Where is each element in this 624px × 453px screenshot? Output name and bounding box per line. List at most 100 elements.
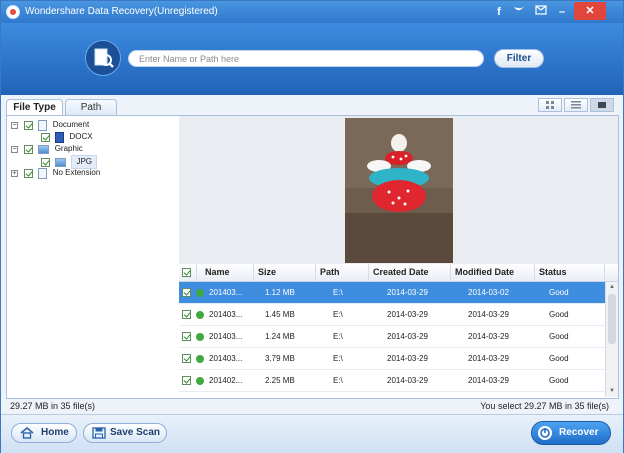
checkbox[interactable] [182, 332, 191, 342]
row-checkbox-cell[interactable] [182, 370, 191, 392]
status-dot-icon [196, 348, 204, 370]
checkbox[interactable] [182, 354, 191, 364]
column-created-date[interactable]: Created Date [369, 264, 451, 281]
tab-path[interactable]: Path [65, 99, 117, 115]
twitter-icon[interactable] [511, 4, 527, 20]
table-row[interactable]: 201403... 1.24 MB E:\ 2014-03-29 2014-03… [179, 326, 605, 348]
select-all-checkbox-cell[interactable] [179, 264, 197, 281]
checkbox[interactable] [41, 157, 50, 167]
expand-icon[interactable]: + [11, 169, 18, 177]
image-icon [38, 144, 50, 154]
scroll-up-icon[interactable]: ▲ [608, 283, 616, 291]
status-dot-icon [196, 282, 204, 304]
search-bar: Filter [1, 23, 623, 95]
cell-size: 1.45 MB [265, 310, 295, 319]
checkbox[interactable] [24, 144, 34, 154]
image-icon [55, 157, 67, 167]
row-checkbox-cell[interactable] [182, 326, 191, 348]
checkbox[interactable] [24, 168, 34, 178]
cell-modified: 2014-03-29 [468, 310, 509, 319]
checkbox[interactable] [182, 268, 191, 278]
tab-file-type[interactable]: File Type [6, 99, 63, 115]
minimize-icon[interactable]: – [554, 4, 570, 20]
tree-label: DOCX [69, 132, 93, 141]
document-icon [38, 119, 48, 131]
title-bar: Wondershare Data Recovery(Unregistered) … [1, 1, 623, 23]
cell-modified: 2014-03-29 [468, 354, 509, 363]
tree-node-docx[interactable]: DOCX [41, 131, 93, 143]
detail-view-icon[interactable] [590, 98, 614, 112]
checkbox[interactable] [182, 310, 191, 320]
scroll-down-icon[interactable]: ▼ [608, 387, 616, 395]
recover-button[interactable]: Recover [531, 421, 611, 445]
collapse-icon[interactable]: − [11, 121, 18, 129]
column-size[interactable]: Size [254, 264, 316, 281]
table-row[interactable]: 201403... 1.12 MB E:\ 2014-03-29 2014-03… [179, 282, 605, 304]
tree-label: No Extension [52, 168, 101, 177]
save-scan-label: Save Scan [110, 427, 161, 438]
filter-button[interactable]: Filter [494, 49, 544, 68]
tab-strip: File Type Path [6, 97, 619, 115]
results-table: Name Size Path Created Date Modified Dat… [179, 264, 618, 398]
cell-status: Good [549, 310, 569, 319]
thumbnail-view-icon[interactable] [538, 98, 562, 112]
word-file-icon [55, 131, 65, 143]
save-icon [92, 427, 106, 439]
search-icon [85, 40, 121, 76]
table-row[interactable]: 201403... 3.79 MB E:\ 2014-03-29 2014-03… [179, 348, 605, 370]
tree-node-no-extension[interactable]: + No Extension [11, 167, 100, 179]
column-path[interactable]: Path [316, 264, 369, 281]
checkbox[interactable] [41, 132, 50, 142]
checkbox[interactable] [24, 120, 34, 130]
tree-node-jpg[interactable]: JPG [41, 155, 98, 169]
column-status[interactable]: Status [535, 264, 605, 281]
feedback-icon[interactable] [533, 4, 549, 20]
recover-label: Recover [559, 427, 599, 438]
cell-modified: 2014-03-02 [468, 288, 509, 297]
cell-status: Good [549, 332, 569, 341]
app-window: Wondershare Data Recovery(Unregistered) … [0, 0, 624, 453]
view-mode-switcher [538, 98, 618, 113]
recover-icon [538, 426, 552, 440]
cell-path: E:\ [333, 310, 343, 319]
cell-status: Good [549, 376, 569, 385]
checkbox[interactable] [182, 376, 191, 386]
cell-name: 201403... [209, 332, 243, 341]
file-type-tree: − Document DOCX − Graphic JPG + No Exten… [7, 116, 180, 398]
cell-size: 1.24 MB [265, 332, 295, 341]
collapse-icon[interactable]: − [11, 145, 18, 153]
scroll-thumb[interactable] [608, 294, 616, 344]
tree-node-graphic[interactable]: − Graphic [11, 143, 83, 155]
status-total: 29.27 MB in 35 file(s) [10, 401, 96, 411]
column-name[interactable]: Name [197, 264, 254, 281]
tree-node-document[interactable]: − Document [11, 119, 89, 131]
vertical-scrollbar[interactable]: ▲ ▼ [605, 282, 618, 397]
cell-status: Good [549, 354, 569, 363]
cell-path: E:\ [333, 288, 343, 297]
row-checkbox-cell[interactable] [182, 282, 191, 304]
status-dot-icon [196, 370, 204, 392]
home-label: Home [41, 427, 69, 438]
search-input[interactable] [128, 50, 484, 67]
close-icon[interactable]: ✕ [574, 2, 606, 20]
list-view-icon[interactable] [564, 98, 588, 112]
save-scan-button[interactable]: Save Scan [83, 423, 167, 443]
row-checkbox-cell[interactable] [182, 304, 191, 326]
table-row[interactable]: 201403... 1.45 MB E:\ 2014-03-29 2014-03… [179, 304, 605, 326]
unknown-file-icon [38, 167, 48, 179]
facebook-icon[interactable]: f [491, 4, 507, 20]
home-button[interactable]: Home [11, 423, 77, 443]
bottom-bar: Home Save Scan Recover [1, 414, 623, 453]
row-checkbox-cell[interactable] [182, 348, 191, 370]
table-row[interactable]: 201402... 2.25 MB E:\ 2014-03-29 2014-03… [179, 370, 605, 392]
status-dot-icon [196, 326, 204, 348]
preview-image [345, 118, 453, 263]
cell-size: 2.25 MB [265, 376, 295, 385]
cell-size: 3.79 MB [265, 354, 295, 363]
checkbox[interactable] [182, 288, 191, 298]
cell-created: 2014-03-29 [387, 288, 428, 297]
cell-path: E:\ [333, 332, 343, 341]
column-modified-date[interactable]: Modified Date [451, 264, 535, 281]
preview-pane [179, 116, 618, 264]
cell-path: E:\ [333, 354, 343, 363]
